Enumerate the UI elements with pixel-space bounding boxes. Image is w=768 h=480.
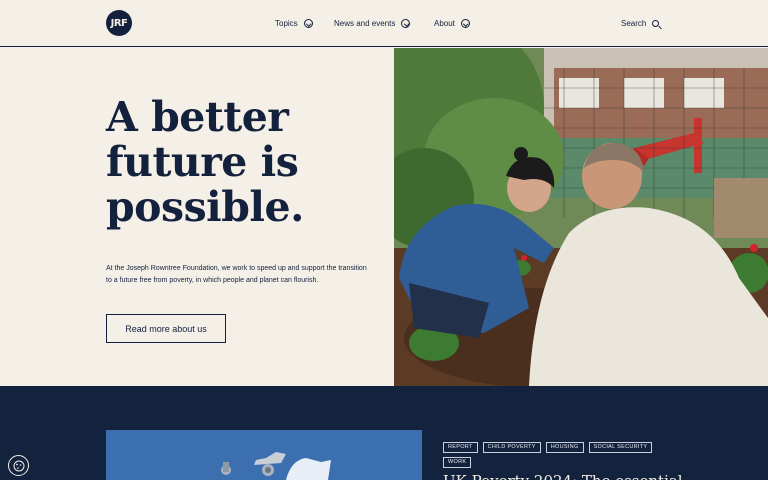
tag-report[interactable]: REPORT (443, 442, 478, 453)
hero-photo (394, 48, 768, 386)
chevron-down-icon (303, 19, 313, 28)
nav-about[interactable]: About (434, 0, 470, 47)
chevron-down-icon (401, 19, 411, 28)
hero-title-line: possible. (106, 183, 304, 231)
featured-report-image[interactable] (106, 430, 422, 480)
search-label: Search (621, 19, 647, 28)
hero-title: A better future is possible. (106, 95, 366, 230)
nav-news-label: News and events (334, 19, 396, 28)
cookie-icon (13, 460, 24, 471)
cookie-settings-button[interactable] (8, 455, 29, 476)
hero-description: At the Joseph Rowntree Foundation, we wo… (106, 265, 367, 284)
chevron-down-icon (460, 19, 470, 28)
nav-about-label: About (434, 19, 455, 28)
search-icon (652, 20, 660, 27)
tag-child-poverty[interactable]: CHILD POVERTY (482, 442, 541, 453)
tag-work[interactable]: WORK (443, 457, 472, 468)
read-more-about-us-button[interactable]: Read more about us (106, 314, 226, 343)
featured-report-title[interactable]: UK Poverty 2024: The essential (443, 472, 743, 480)
gardening-photo (394, 48, 768, 386)
tag-social-security[interactable]: SOCIAL SECURITY (588, 442, 653, 453)
hero-title-line: future is (106, 138, 299, 186)
report-tags: REPORT CHILD POVERTY HOUSING SOCIAL SECU… (443, 442, 683, 468)
jrf-logo[interactable]: JRF (106, 10, 132, 36)
nav-topics[interactable]: Topics (275, 0, 313, 47)
report-illustration (106, 430, 422, 480)
nav-news-and-events[interactable]: News and events (334, 0, 411, 47)
nav-topics-label: Topics (275, 19, 298, 28)
site-header: JRF Topics News and events About Search (0, 0, 768, 47)
search-button[interactable]: Search (621, 0, 660, 47)
tag-housing[interactable]: HOUSING (545, 442, 584, 453)
hero-title-line: A better (106, 93, 289, 141)
